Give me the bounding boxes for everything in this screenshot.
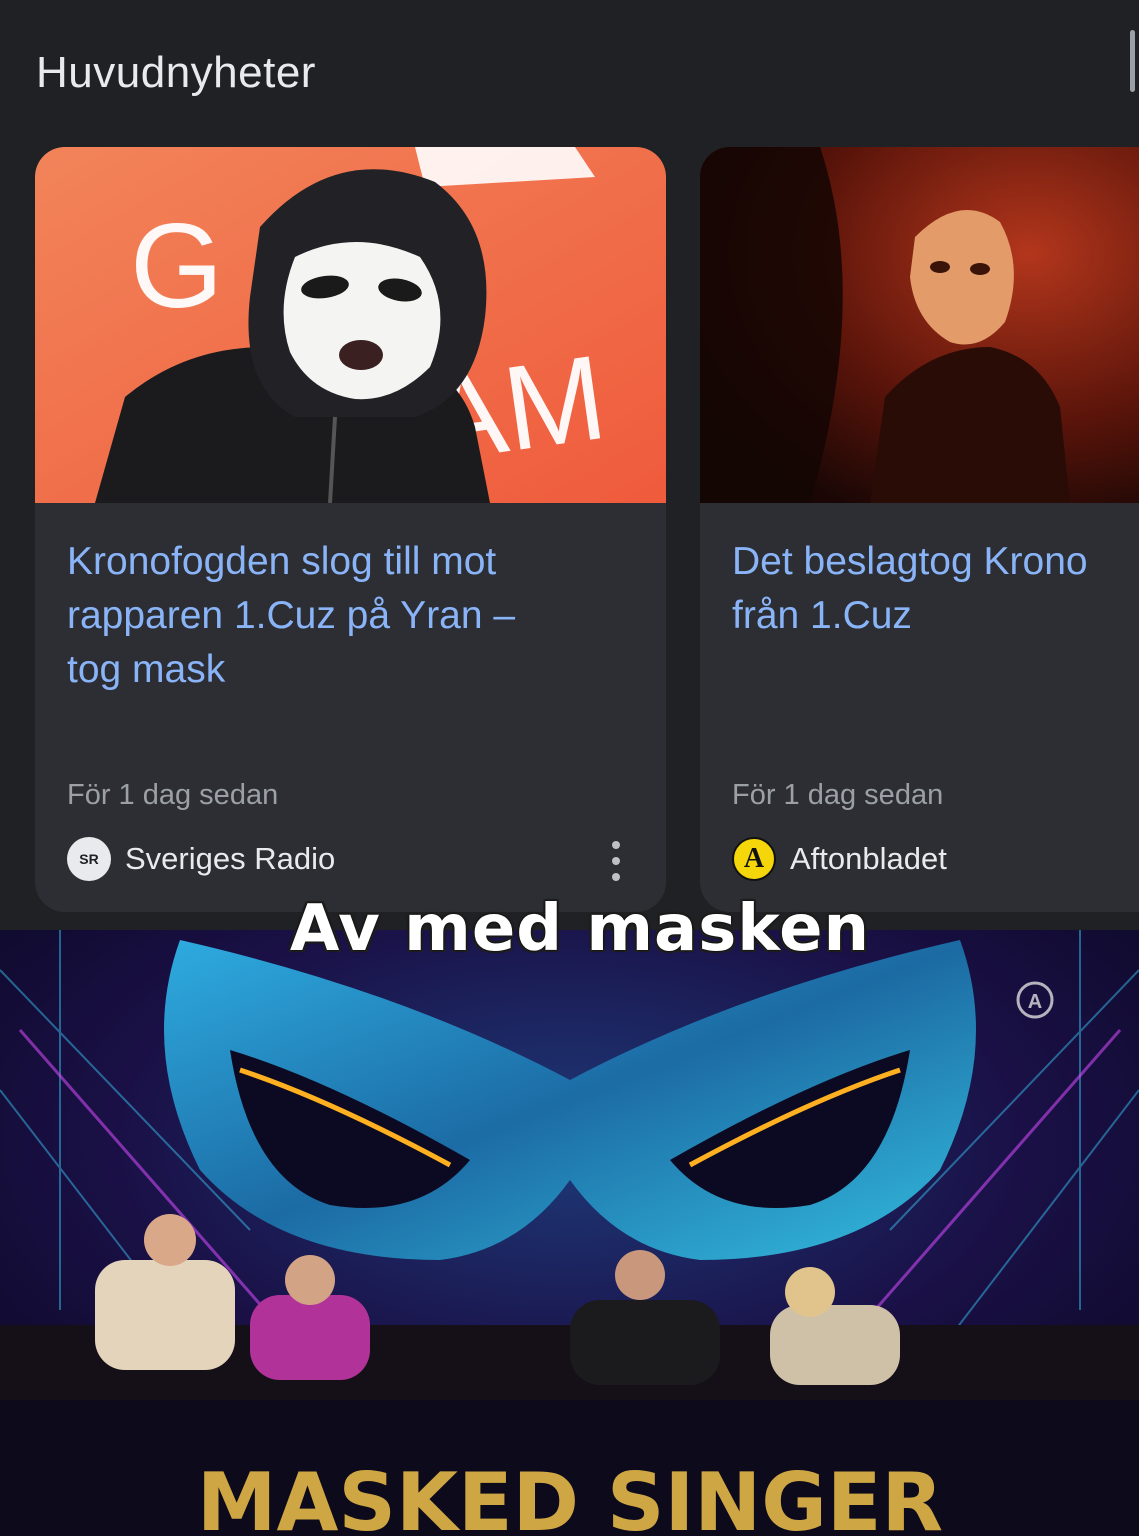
more-options-icon[interactable] (606, 841, 626, 881)
news-timestamp: För 1 dag sedan (732, 779, 944, 811)
sveriges-radio-logo-icon: SR (67, 837, 111, 881)
news-card-1[interactable]: G AM Kronofogden slog till mot rapparen … (35, 147, 666, 912)
news-card-2[interactable]: Det beslagtog Krono från 1.Cuz För 1 dag… (700, 147, 1139, 912)
svg-text:A: A (1028, 991, 1042, 1013)
masked-rapper-image: G AM (35, 147, 666, 503)
news-card-image: G AM (35, 147, 666, 503)
overlay-caption: Av med masken (289, 892, 871, 966)
news-source: SR Sveriges Radio (67, 837, 335, 881)
masked-singer-stage-image: MASKED SINGER A (0, 930, 1139, 1536)
news-headline[interactable]: Det beslagtog Krono från 1.Cuz (732, 535, 1139, 643)
news-source: A Aftonbladet (732, 837, 947, 881)
news-timestamp: För 1 dag sedan (67, 779, 279, 811)
svg-text:G: G (130, 199, 223, 333)
aftonbladet-logo-icon: A (732, 837, 776, 881)
news-source-name: Aftonbladet (790, 841, 947, 876)
news-headline[interactable]: Kronofogden slog till mot rapparen 1.Cuz… (67, 535, 647, 697)
section-title: Huvudnyheter (36, 48, 316, 97)
news-source-name: Sveriges Radio (125, 841, 336, 876)
scroll-indicator[interactable] (1130, 30, 1135, 92)
news-card-image (700, 147, 1139, 503)
masked-person-dark-image (700, 147, 1139, 503)
svg-text:MASKED SINGER: MASKED SINGER (197, 1456, 943, 1536)
